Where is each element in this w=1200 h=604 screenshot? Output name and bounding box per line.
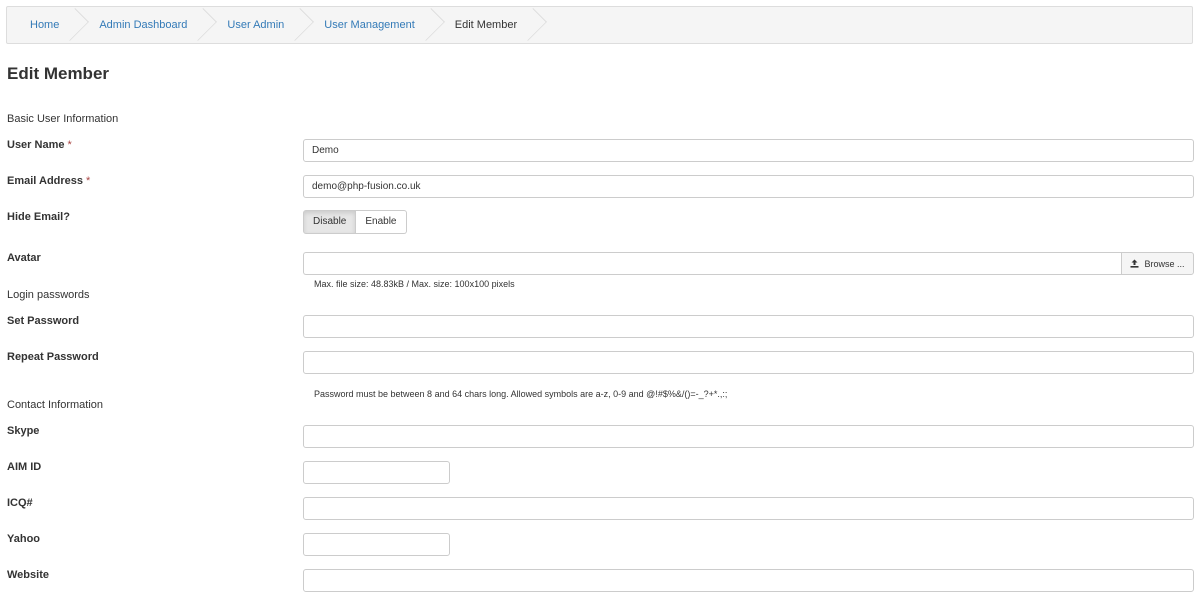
browse-label: Browse ... (1144, 258, 1185, 269)
website-input[interactable] (303, 569, 1194, 592)
set-password-input[interactable] (303, 315, 1194, 338)
section-login-passwords: Login passwords (7, 289, 90, 301)
breadcrumb-user-admin[interactable]: User Admin (205, 7, 302, 43)
breadcrumb-admin-dashboard[interactable]: Admin Dashboard (77, 7, 205, 43)
icq-label: ICQ# (7, 497, 33, 509)
hide-email-disable-button[interactable]: Disable (303, 210, 357, 234)
breadcrumb-edit-member: Edit Member (433, 7, 535, 43)
email-input[interactable] (303, 175, 1194, 198)
breadcrumb: Home Admin Dashboard User Admin User Man… (6, 6, 1193, 44)
user-name-label-text: User Name (7, 139, 65, 151)
hide-email-label: Hide Email? (7, 211, 70, 223)
required-mark: * (67, 139, 72, 151)
hide-email-toggle: Disable Enable (303, 210, 407, 234)
avatar-file-field: Browse ... (303, 252, 1194, 275)
avatar-label: Avatar (7, 252, 41, 264)
email-label-text: Email Address (7, 175, 84, 187)
website-label: Website (7, 569, 49, 581)
breadcrumb-user-management[interactable]: User Management (302, 7, 433, 43)
breadcrumb-label[interactable]: User Admin (227, 19, 284, 31)
set-password-label: Set Password (7, 315, 80, 327)
repeat-password-label: Repeat Password (7, 351, 99, 363)
icq-input[interactable] (303, 497, 1194, 520)
skype-label: Skype (7, 425, 40, 437)
user-name-input[interactable] (303, 139, 1194, 162)
avatar-help-text: Max. file size: 48.83kB / Max. size: 100… (314, 279, 515, 289)
user-name-label: User Name * (7, 139, 72, 151)
upload-icon (1130, 259, 1139, 268)
hide-email-enable-button[interactable]: Enable (356, 210, 407, 234)
required-mark: * (86, 175, 91, 187)
skype-input[interactable] (303, 425, 1194, 448)
aim-label: AIM ID (7, 461, 42, 473)
yahoo-input[interactable] (303, 533, 450, 556)
breadcrumb-home[interactable]: Home (7, 7, 77, 43)
repeat-password-input[interactable] (303, 351, 1194, 374)
page-title: Edit Member (7, 64, 110, 83)
breadcrumb-label[interactable]: Home (30, 19, 59, 31)
password-help-text: Password must be between 8 and 64 chars … (314, 389, 728, 399)
browse-button[interactable]: Browse ... (1121, 252, 1194, 275)
yahoo-label: Yahoo (7, 533, 41, 545)
breadcrumb-label: Edit Member (454, 19, 518, 31)
email-label: Email Address * (7, 175, 90, 187)
breadcrumb-label[interactable]: Admin Dashboard (99, 19, 187, 31)
breadcrumb-label[interactable]: User Management (324, 19, 415, 31)
avatar-file-input[interactable] (303, 252, 1121, 275)
aim-input[interactable] (303, 461, 450, 484)
section-contact-info: Contact Information (7, 399, 103, 411)
section-basic-info: Basic User Information (7, 113, 119, 125)
